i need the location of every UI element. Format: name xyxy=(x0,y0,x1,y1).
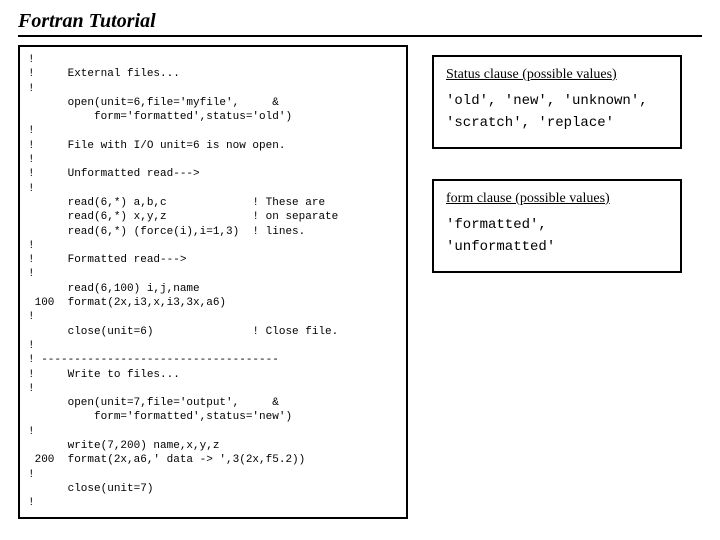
form-values-2: 'unformatted' xyxy=(446,239,668,255)
form-clause-box: form clause (possible values) 'formatted… xyxy=(432,179,682,273)
status-clause-box: Status clause (possible values) 'old', '… xyxy=(432,55,682,149)
status-values-1: 'old', 'new', 'unknown', xyxy=(446,93,668,109)
content-row: ! ! External files... ! open(unit=6,file… xyxy=(18,45,702,519)
code-box: ! ! External files... ! open(unit=6,file… xyxy=(18,45,408,519)
page: Fortran Tutorial ! ! External files... !… xyxy=(0,0,720,529)
form-values-1: 'formatted', xyxy=(446,217,668,233)
page-title: Fortran Tutorial xyxy=(18,10,702,33)
status-values-2: 'scratch', 'replace' xyxy=(446,115,668,131)
side-column: Status clause (possible values) 'old', '… xyxy=(432,55,682,273)
title-rule xyxy=(18,35,702,37)
code-listing: ! ! External files... ! open(unit=6,file… xyxy=(28,53,398,511)
form-heading: form clause (possible values) xyxy=(446,191,668,207)
status-heading: Status clause (possible values) xyxy=(446,67,668,83)
